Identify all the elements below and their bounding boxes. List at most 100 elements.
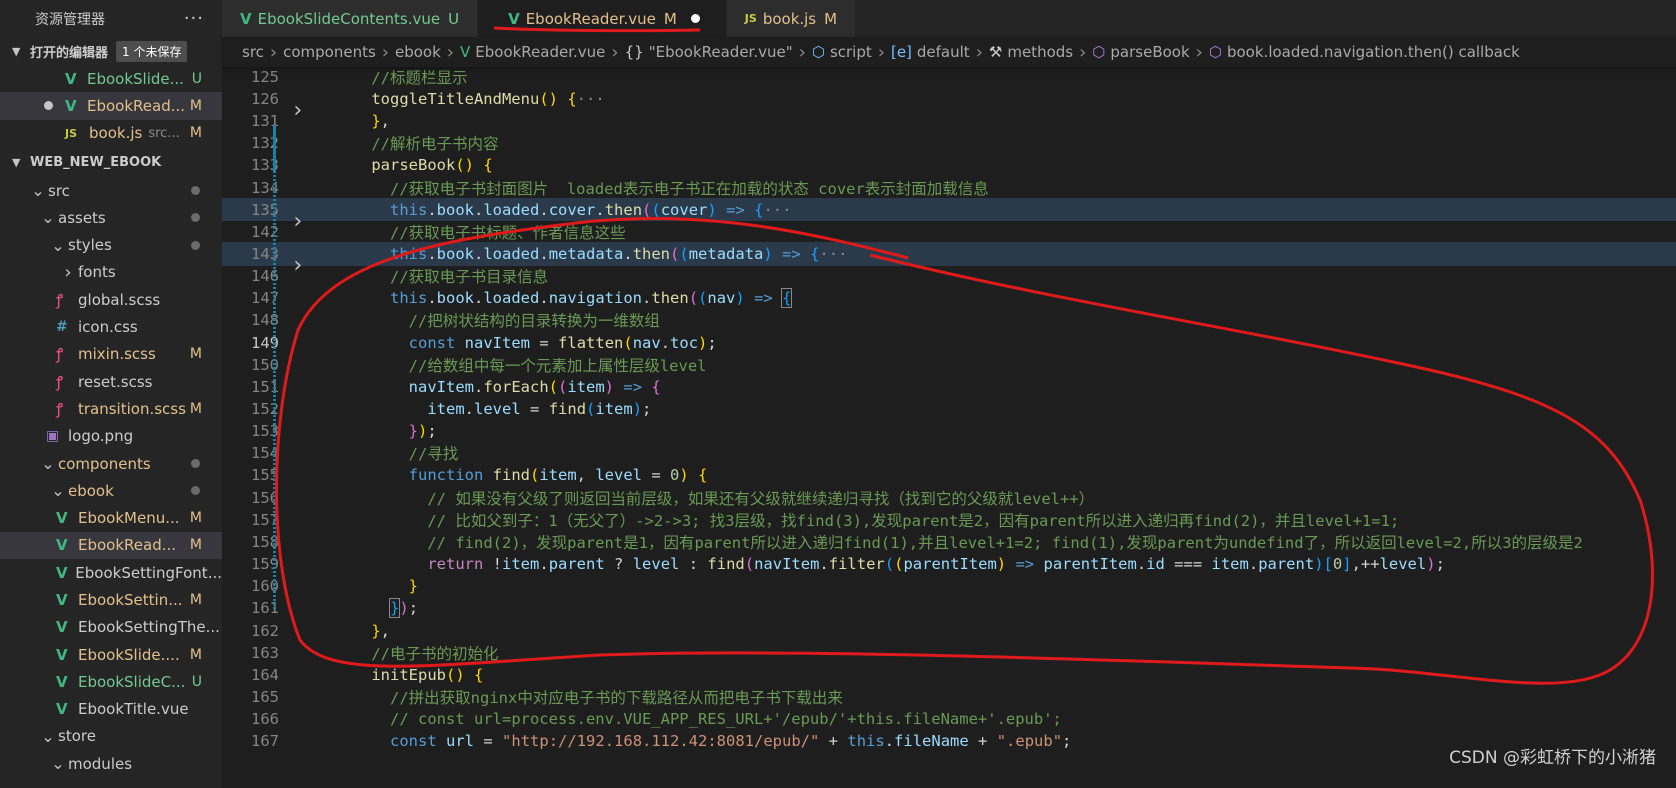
breadcrumb-label: parseBook — [1110, 43, 1190, 61]
code-line[interactable]: 165 //拼出获取nginx中对应电子书的下载路径从而把电子书下载出来 — [222, 685, 1676, 709]
open-editor-item[interactable]: V EbookRead... M — [0, 92, 222, 120]
code-line[interactable]: 157 // 比如父到子：1（无父了）->2->3; 找3层级，找find(3)… — [222, 508, 1676, 532]
code-line[interactable]: 155 function find(item, level = 0) { — [222, 464, 1676, 488]
code-line[interactable]: 161 }); — [222, 597, 1676, 621]
tree-item-label: mixin.scss — [78, 345, 156, 364]
tree-file[interactable]: ꝭ mixin.scss M — [0, 341, 222, 368]
breadcrumb-symbol-icon: ⬡ — [1092, 43, 1106, 61]
git-change-bar[interactable] — [273, 125, 276, 171]
tree-file[interactable]: ▣ logo.png — [0, 423, 222, 450]
code-line[interactable]: 166 // const url=process.env.VUE_APP_RES… — [222, 707, 1676, 731]
breadcrumb-item[interactable]: ⬡ parseBook — [1092, 43, 1189, 61]
tree-folder[interactable]: ⌄ ebook — [0, 477, 222, 504]
code-line[interactable]: 150 //给数组中每一个元素加上属性层级level — [222, 353, 1676, 377]
code-text: //解析电子书内容 — [371, 135, 499, 154]
tree-file[interactable]: # icon.css — [0, 313, 222, 340]
css-file-icon: # — [56, 319, 68, 336]
code-line[interactable]: 160 } — [222, 574, 1676, 598]
breadcrumb-item[interactable]: ebook — [395, 43, 441, 61]
breadcrumb-item[interactable]: components — [283, 43, 376, 61]
code-line[interactable]: 153 }); — [222, 419, 1676, 443]
tree-item-label: src — [48, 181, 70, 200]
git-change-bar[interactable] — [273, 171, 276, 611]
tree-item-label: ebook — [68, 481, 114, 500]
code-line[interactable]: 142 //获取电子书标题、作者信息这些 — [222, 220, 1676, 244]
breadcrumb-item[interactable]: ⬡ book.loaded.navigation.then() callback — [1209, 43, 1520, 61]
breadcrumb-label: methods — [1007, 43, 1074, 61]
code-line[interactable]: 135 › this.book.loaded.cover.then((cover)… — [222, 197, 1676, 234]
open-editor-item[interactable]: V EbookSlide... U — [0, 65, 222, 92]
git-status-badge: M — [189, 646, 202, 663]
breadcrumb-item[interactable]: V EbookReader.vue — [460, 43, 605, 61]
breadcrumb-item[interactable]: [e] default — [891, 43, 970, 61]
code-line[interactable]: 131 }, — [222, 109, 1676, 133]
tree-file[interactable]: ꝭ transition.scss M — [0, 395, 222, 422]
tree-file[interactable]: ꝭ reset.scss — [0, 368, 222, 395]
tree-folder[interactable]: › fonts — [0, 259, 222, 286]
tree-file[interactable]: V EbookSlideC... U — [0, 668, 222, 695]
git-status-badge: M — [189, 591, 202, 608]
more-actions-icon[interactable]: ··· — [184, 8, 204, 29]
code-line[interactable]: 158 // find(2)，发现parent是1，因有parent所以进入递归… — [222, 530, 1676, 554]
line-number: 135 — [251, 200, 279, 219]
tree-file[interactable]: V EbookSlide.... M — [0, 641, 222, 668]
workspace-section[interactable]: ▼ WEB_NEW_EBOOK — [0, 149, 222, 177]
tab-label: EbookReader.vue — [525, 9, 656, 28]
code-line[interactable]: 154 //寻找 — [222, 442, 1676, 466]
tree-folder[interactable]: ⌄ modules — [0, 750, 222, 777]
line-number: 143 — [251, 244, 279, 263]
tree-folder[interactable]: ⌄ store — [0, 723, 222, 750]
code-line[interactable]: 146 //获取电子书目录信息 — [222, 264, 1676, 288]
tree-file[interactable]: ꝭ global.scss — [0, 286, 222, 313]
breadcrumb-separator-icon: › — [877, 41, 885, 63]
code-line[interactable]: 149 const navItem = flatten(nav.toc); — [222, 331, 1676, 355]
breadcrumb-item[interactable]: ⬡ script — [812, 43, 872, 61]
tree-file[interactable]: V EbookSettingFont... — [0, 559, 222, 586]
tab-ebookreader-vue[interactable]: V EbookReader.vue M — [478, 0, 727, 37]
code-line[interactable]: 151 navItem.forEach((item) => { — [222, 375, 1676, 399]
open-editor-item[interactable]: JS book.js src... M — [0, 120, 222, 147]
unsaved-dot-icon[interactable] — [690, 14, 700, 23]
tree-item-label: EbookTitle.vue — [78, 700, 189, 719]
tree-item-label: transition.scss — [78, 399, 186, 418]
code-editor[interactable]: 125 //标题栏显示 126 › toggleTitleAndMenu() {··… — [222, 67, 1676, 788]
tab-ebookslidecontents-vue[interactable]: V EbookSlideContents.vue U — [222, 0, 479, 37]
code-line[interactable]: 133 parseBook() { — [222, 154, 1676, 178]
chevron-down-icon: ⌄ — [51, 235, 65, 255]
open-editors-section[interactable]: ▼ 打开的编辑器 1 个未保存 — [0, 37, 222, 65]
tab-book-js[interactable]: JS book.js M — [726, 0, 857, 37]
tree-file[interactable]: V EbookMenu... M — [0, 504, 222, 531]
tree-folder[interactable]: ⌄ assets — [0, 204, 222, 231]
tree-file[interactable]: V EbookSettingThe... — [0, 614, 222, 641]
code-line[interactable]: 163 //电子书的初始化 — [222, 641, 1676, 665]
tree-file[interactable]: V EbookRead... M — [0, 531, 222, 560]
code-line[interactable]: 156 // 如果没有父级了则返回当前层级，如果还有父级就继续递归寻找（找到它的… — [222, 486, 1676, 510]
code-line[interactable]: 152 item.level = find(item); — [222, 397, 1676, 421]
tree-folder[interactable]: ⌄ src — [0, 177, 222, 204]
code-line[interactable]: 148 //把树状结构的目录转换为一维数组 — [222, 309, 1676, 333]
code-line[interactable]: 132 //解析电子书内容 — [222, 131, 1676, 155]
tree-folder[interactable]: ⌄ styles — [0, 231, 222, 258]
code-line[interactable]: 125 //标题栏显示 — [222, 67, 1676, 89]
unsaved-dot-icon[interactable] — [44, 101, 53, 111]
tree-file[interactable]: V EbookSettin... M — [0, 586, 222, 613]
code-line[interactable]: 126 › toggleTitleAndMenu() {··· — [222, 87, 1676, 123]
tree-folder[interactable]: ⌄ components — [0, 450, 222, 477]
line-number: 163 — [251, 643, 279, 662]
code-line[interactable]: 162 }, — [222, 619, 1676, 643]
breadcrumb-item[interactable]: {} "EbookReader.vue" — [625, 43, 793, 61]
code-line[interactable]: 143 › this.book.loaded.metadata.then((met… — [222, 242, 1676, 278]
code-text: }, — [371, 112, 391, 131]
breadcrumb-symbol-icon: ⚒ — [988, 43, 1003, 61]
vue-file-icon: V — [56, 700, 68, 719]
breadcrumb-item[interactable]: ⚒ methods — [989, 43, 1073, 61]
code-line[interactable]: 159 return !item.parent ? level : find(n… — [222, 552, 1676, 576]
code-line[interactable]: 164 initEpub() { — [222, 663, 1676, 687]
code-line[interactable]: 134 //获取电子书封面图片 loaded表示电子书正在加载的状态 cover… — [222, 176, 1676, 200]
open-editor-name: EbookRead... — [87, 96, 186, 115]
tree-file[interactable]: V EbookTitle.vue — [0, 696, 222, 723]
code-line[interactable]: 147 this.book.loaded.navigation.then((na… — [222, 287, 1676, 311]
code-text: this.book.loaded.metadata.then((metadata… — [390, 244, 848, 263]
breadcrumb-item[interactable]: src — [242, 43, 264, 61]
code-text: return !item.parent ? level : find(navIt… — [427, 555, 1445, 574]
